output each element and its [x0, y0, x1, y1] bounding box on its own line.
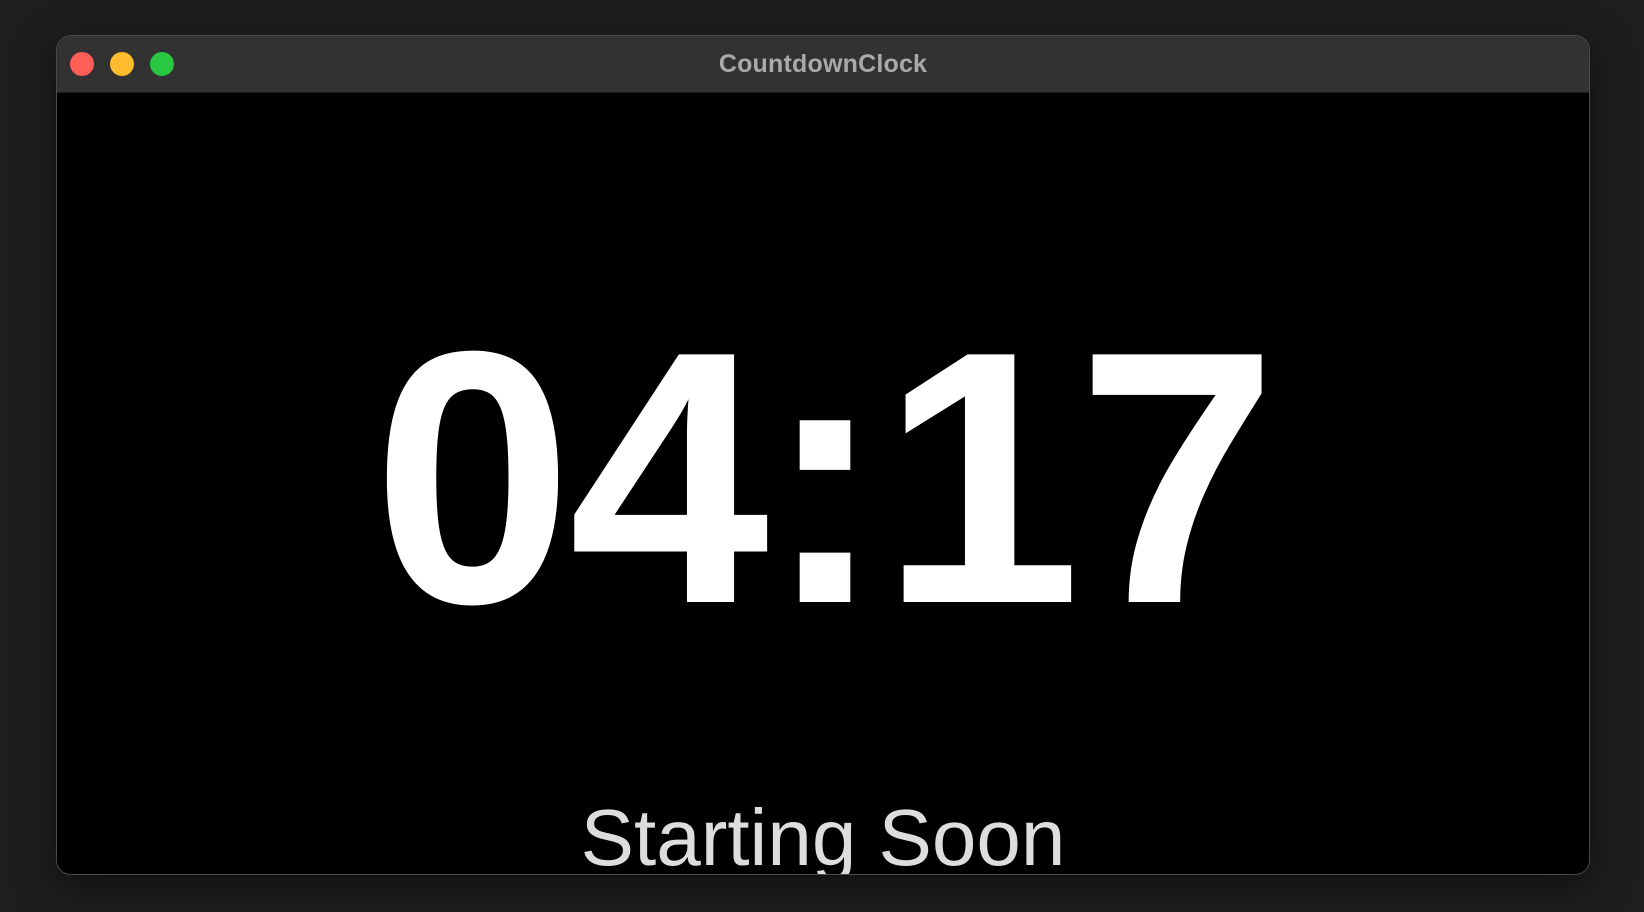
title-bar[interactable]: CountdownClock — [57, 36, 1589, 93]
countdown-display: 04:17 Starting Soon — [57, 93, 1589, 874]
status-label: Starting Soon — [580, 793, 1066, 874]
app-window: CountdownClock 04:17 Starting Soon — [57, 36, 1589, 874]
countdown-timer: 04:17 — [372, 277, 1278, 679]
window-title: CountdownClock — [718, 50, 928, 78]
